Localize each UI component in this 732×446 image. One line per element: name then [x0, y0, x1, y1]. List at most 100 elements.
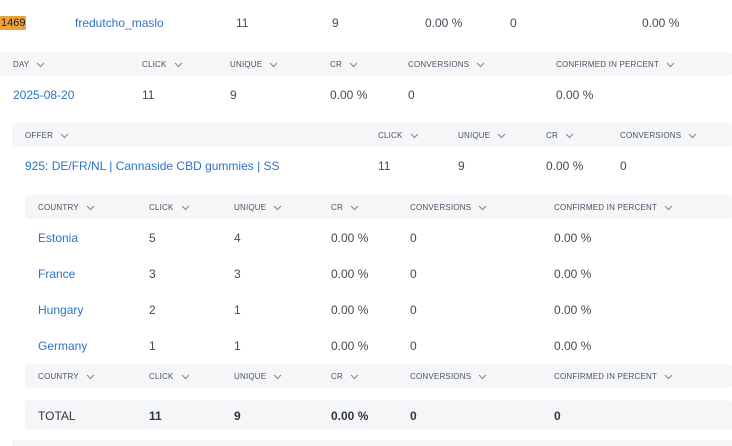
country-click: 2 — [149, 303, 156, 317]
country-confirmed-percent: 0.00 % — [554, 339, 592, 353]
top-summary-row: 1469 fredutcho_maslo 11 9 0.00 % 0 0.00 … — [0, 12, 732, 34]
total-click: 11 — [149, 409, 162, 423]
country-link[interactable]: France — [38, 267, 75, 281]
day-table-header: DAY CLICK UNIQUE CR CONVERSIONS CONFIRME… — [0, 52, 732, 76]
offer-link[interactable]: 925: DE/FR/NL | Cannaside CBD gummies | … — [25, 159, 280, 173]
country-link[interactable]: Germany — [38, 339, 87, 353]
next-section-bar — [12, 440, 732, 446]
country-conversions: 0 — [410, 267, 417, 281]
total-row: TOTAL 11 9 0.00 % 0 0 — [25, 400, 732, 430]
day-click: 11 — [142, 88, 155, 102]
total-confirmed-percent: 0 — [554, 409, 561, 423]
country-click-col-header[interactable]: CLICK — [149, 203, 190, 212]
country-table-footer-header: COUNTRY CLICK UNIQUE CR CONVERSIONS CONF… — [25, 364, 732, 388]
table-row: Hungary 2 1 0.00 % 0 0.00 % — [0, 299, 732, 321]
day-row: 2025-08-20 11 9 0.00 % 0 0.00 % — [0, 84, 732, 106]
day-confirmed-percent: 0.00 % — [556, 88, 594, 102]
total-cr: 0.00 % — [331, 409, 369, 423]
country-unique: 4 — [234, 231, 241, 245]
offer-conversions: 0 — [620, 159, 627, 173]
chevron-down-icon — [688, 133, 697, 139]
top-unique: 9 — [332, 16, 339, 30]
table-row: Estonia 5 4 0.00 % 0 0.00 % — [0, 227, 732, 249]
total-unique: 9 — [234, 409, 241, 423]
offer-click-col-header[interactable]: CLICK — [378, 131, 419, 140]
offer-unique: 9 — [458, 159, 465, 173]
country-cr: 0.00 % — [331, 267, 369, 281]
offer-unique-col-header[interactable]: UNIQUE — [458, 131, 506, 140]
day-col-header[interactable]: DAY — [13, 60, 45, 69]
chevron-down-icon — [273, 205, 282, 211]
top-conversions: 0 — [510, 16, 517, 30]
chevron-down-icon — [350, 374, 359, 380]
day-link[interactable]: 2025-08-20 — [13, 88, 74, 102]
table-row: Germany 1 1 0.00 % 0 0.00 % — [0, 335, 732, 357]
country-col-header[interactable]: COUNTRY — [38, 203, 95, 212]
top-click: 11 — [236, 16, 249, 30]
unique-col-header[interactable]: UNIQUE — [230, 60, 278, 69]
cr-col-header[interactable]: CR — [330, 60, 358, 69]
chevron-down-icon — [478, 374, 487, 380]
chevron-down-icon — [181, 374, 190, 380]
click-col-header[interactable]: CLICK — [142, 60, 183, 69]
country-confirmed-col-header[interactable]: CONFIRMED IN PERCENT — [554, 372, 673, 381]
total-conversions: 0 — [410, 409, 417, 423]
country-confirmed-percent: 0.00 % — [554, 267, 592, 281]
country-col-header[interactable]: COUNTRY — [38, 372, 95, 381]
day-cr: 0.00 % — [330, 88, 368, 102]
country-unique: 1 — [234, 303, 241, 317]
chevron-down-icon — [664, 374, 673, 380]
chevron-down-icon — [36, 62, 45, 68]
country-conversions-col-header[interactable]: CONVERSIONS — [410, 203, 487, 212]
country-click: 3 — [149, 267, 156, 281]
table-row: France 3 3 0.00 % 0 0.00 % — [0, 263, 732, 285]
country-unique-col-header[interactable]: UNIQUE — [234, 203, 282, 212]
chevron-down-icon — [497, 133, 506, 139]
chevron-down-icon — [350, 205, 359, 211]
offer-row: 925: DE/FR/NL | Cannaside CBD gummies | … — [0, 155, 732, 177]
chevron-down-icon — [349, 62, 358, 68]
country-click: 1 — [149, 339, 156, 353]
chevron-down-icon — [273, 374, 282, 380]
day-conversions: 0 — [408, 88, 415, 102]
chevron-down-icon — [174, 62, 183, 68]
id-badge: 1469 — [0, 16, 27, 30]
offer-table-header: OFFER CLICK UNIQUE CR CONVERSIONS — [12, 123, 732, 147]
country-conversions: 0 — [410, 303, 417, 317]
chevron-down-icon — [664, 205, 673, 211]
confirmed-col-header[interactable]: CONFIRMED IN PERCENT — [556, 60, 675, 69]
country-unique-col-header[interactable]: UNIQUE — [234, 372, 282, 381]
country-conversions: 0 — [410, 231, 417, 245]
country-unique: 1 — [234, 339, 241, 353]
country-link[interactable]: Estonia — [38, 231, 78, 245]
country-confirmed-percent: 0.00 % — [554, 231, 592, 245]
top-cr: 0.00 % — [425, 16, 463, 30]
chevron-down-icon — [60, 133, 69, 139]
country-click-col-header[interactable]: CLICK — [149, 372, 190, 381]
country-unique: 3 — [234, 267, 241, 281]
country-confirmed-col-header[interactable]: CONFIRMED IN PERCENT — [554, 203, 673, 212]
country-confirmed-percent: 0.00 % — [554, 303, 592, 317]
chevron-down-icon — [86, 205, 95, 211]
country-conversions-col-header[interactable]: CONVERSIONS — [410, 372, 487, 381]
country-cr-col-header[interactable]: CR — [331, 203, 359, 212]
country-cr: 0.00 % — [331, 339, 369, 353]
offer-conversions-col-header[interactable]: CONVERSIONS — [620, 131, 697, 140]
conversions-col-header[interactable]: CONVERSIONS — [408, 60, 485, 69]
chevron-down-icon — [410, 133, 419, 139]
chevron-down-icon — [269, 62, 278, 68]
chevron-down-icon — [666, 62, 675, 68]
total-label: TOTAL — [38, 409, 76, 423]
country-link[interactable]: Hungary — [38, 303, 83, 317]
offer-click: 11 — [378, 159, 391, 173]
top-confirmed-percent: 0.00 % — [642, 16, 680, 30]
offer-cr-col-header[interactable]: CR — [546, 131, 574, 140]
country-cr-col-header[interactable]: CR — [331, 372, 359, 381]
offer-cr: 0.00 % — [546, 159, 584, 173]
country-conversions: 0 — [410, 339, 417, 353]
affiliate-link[interactable]: fredutcho_maslo — [75, 16, 164, 30]
chevron-down-icon — [565, 133, 574, 139]
country-cr: 0.00 % — [331, 231, 369, 245]
offer-col-header[interactable]: OFFER — [25, 131, 69, 140]
chevron-down-icon — [181, 205, 190, 211]
